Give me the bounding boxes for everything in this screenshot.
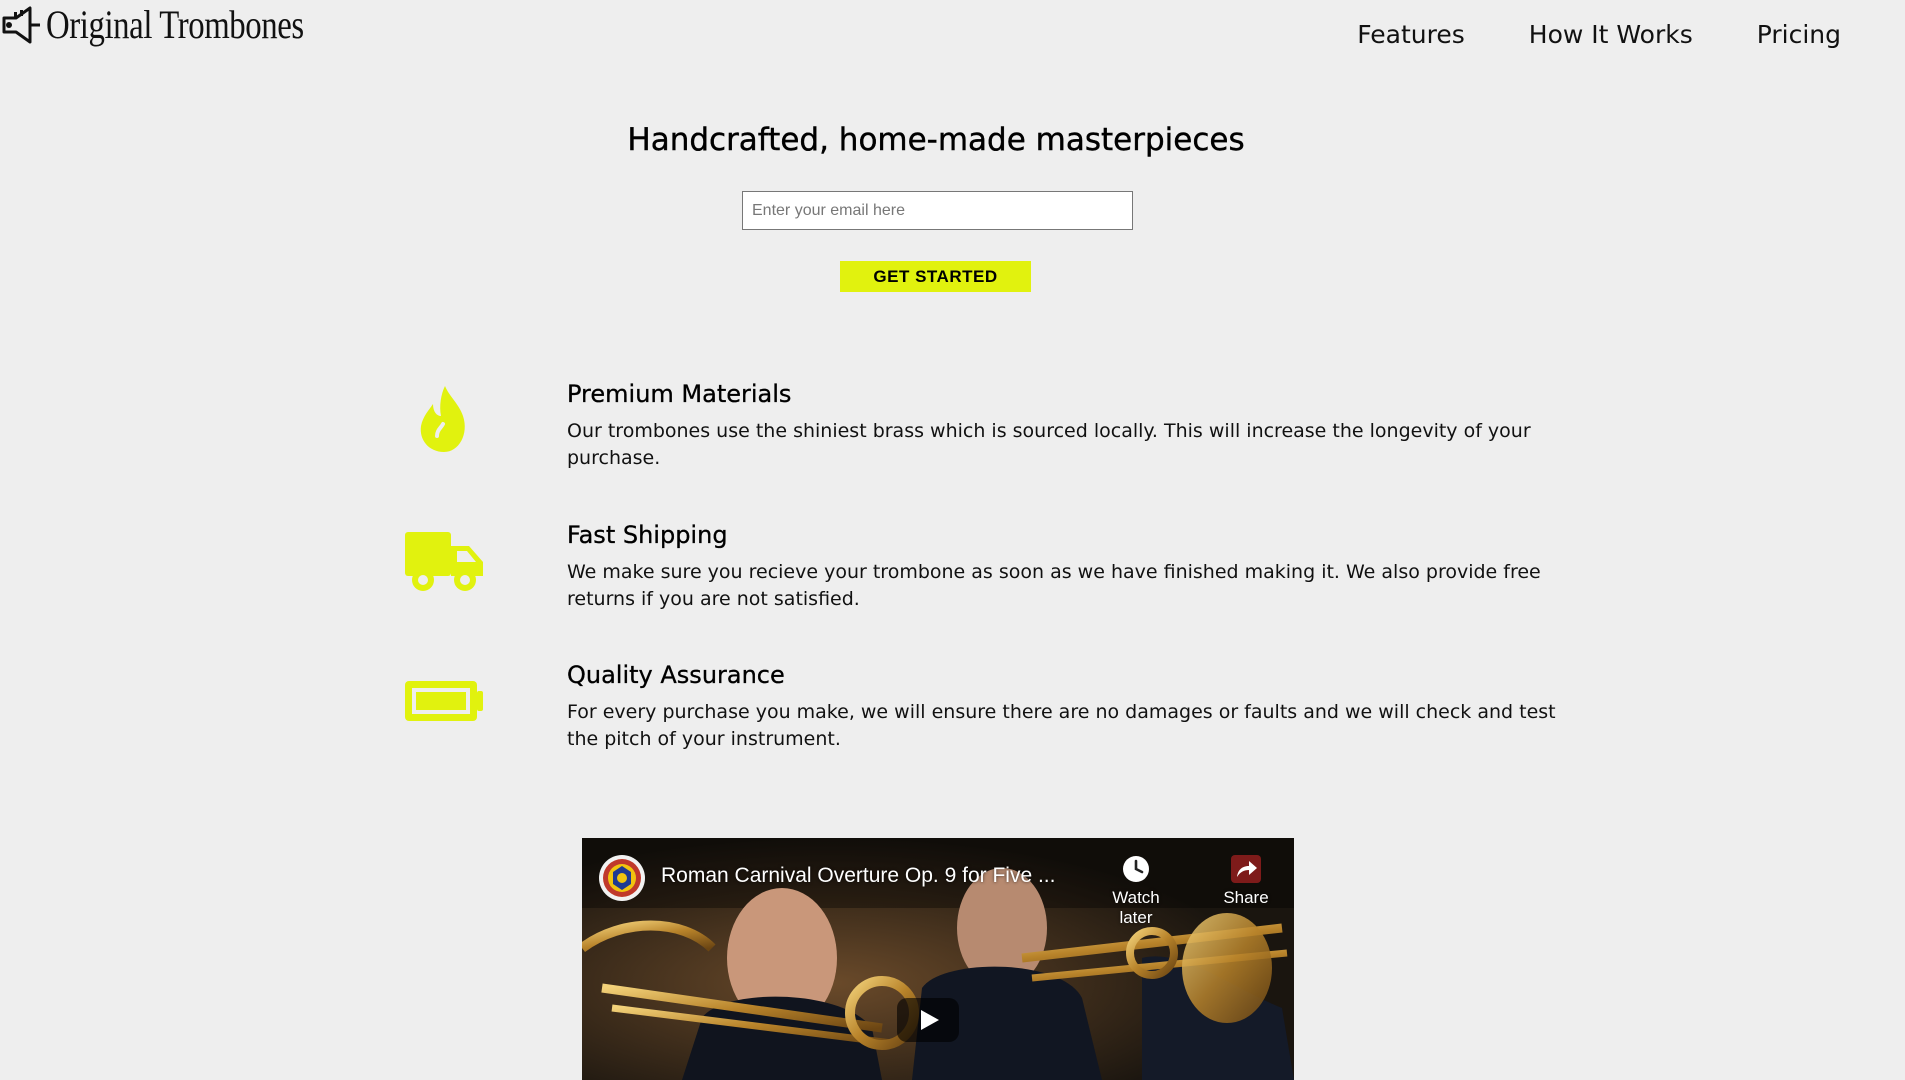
feature-body: Fast Shipping We make sure you recieve y… [567, 521, 1567, 613]
watch-later-label: Watch later [1112, 888, 1160, 927]
logo[interactable]: Original Trombones [0, 4, 360, 46]
truck-icon [400, 521, 488, 601]
trumpet-icon [2, 6, 40, 44]
clock-icon [1123, 856, 1149, 882]
site-header: Original Trombones Features How It Works… [0, 0, 1905, 70]
fire-icon [400, 380, 488, 460]
feature-title: Quality Assurance [567, 661, 785, 689]
video-embed[interactable]: Roman Carnival Overture Op. 9 for Five .… [582, 838, 1294, 1080]
logo-text: Original Trombones [46, 2, 304, 47]
nav-link-how-it-works[interactable]: How It Works [1529, 20, 1693, 49]
video-title[interactable]: Roman Carnival Overture Op. 9 for Five .… [661, 864, 1091, 888]
feature-title: Fast Shipping [567, 521, 728, 549]
share-button[interactable]: Share [1207, 854, 1285, 908]
main-nav: Features How It Works Pricing [1293, 20, 1841, 49]
email-input[interactable] [742, 191, 1133, 230]
feature-title: Premium Materials [567, 380, 792, 408]
share-icon [1231, 855, 1261, 883]
feature-body: Premium Materials Our trombones use the … [567, 380, 1567, 472]
nav-link-pricing[interactable]: Pricing [1757, 20, 1841, 49]
feature-text: Our trombones use the shiniest brass whi… [567, 420, 1531, 469]
get-started-button[interactable]: GET STARTED [840, 261, 1031, 292]
hero-title: Handcrafted, home-made masterpieces [627, 122, 1245, 158]
nav-link-features[interactable]: Features [1357, 20, 1465, 49]
channel-avatar-icon[interactable] [598, 854, 646, 902]
feature-text: We make sure you recieve your trombone a… [567, 561, 1541, 610]
share-label: Share [1223, 888, 1269, 907]
feature-body: Quality Assurance For every purchase you… [567, 661, 1567, 753]
hero-section: Handcrafted, home-made masterpieces [0, 122, 1872, 158]
feature-text: For every purchase you make, we will ens… [567, 701, 1556, 750]
battery-icon [400, 661, 488, 741]
play-icon[interactable] [897, 998, 959, 1042]
watch-later-button[interactable]: Watch later [1097, 854, 1175, 928]
